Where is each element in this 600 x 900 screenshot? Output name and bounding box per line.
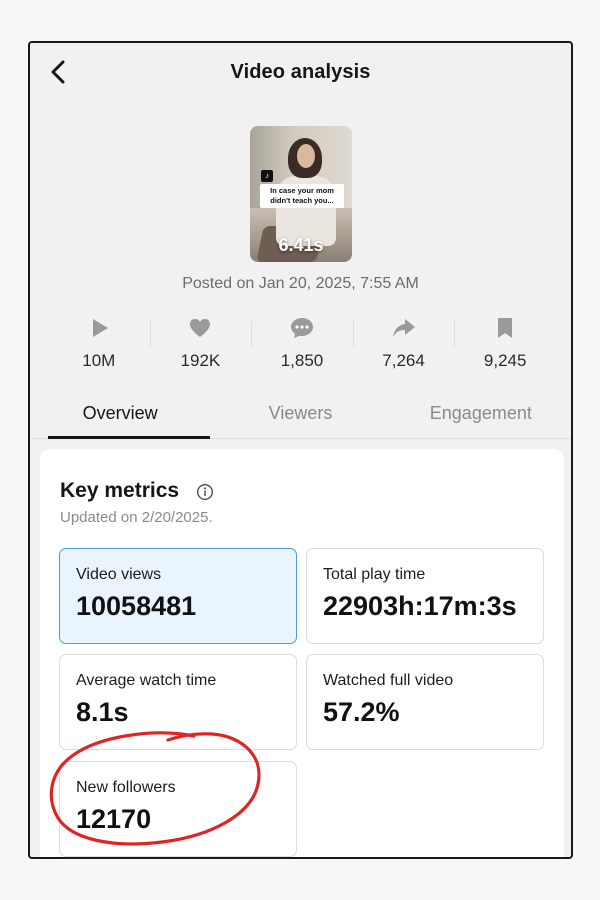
metric-card-total-play-time[interactable]: Total play time 22903h:17m:3s — [306, 548, 544, 644]
phone-frame: Video analysis ♪ In case your mom didn't… — [28, 41, 573, 859]
section-title: Key metrics — [60, 479, 180, 502]
stat-value: 9,245 — [483, 351, 527, 370]
top-bar: Video analysis — [30, 43, 571, 103]
engagement-stats: 10M 192K 1,850 7,264 9,245 — [48, 311, 556, 373]
stat-value: 7,264 — [382, 351, 425, 370]
metric-label: Watched full video — [323, 672, 454, 689]
metric-label: New followers — [76, 779, 176, 796]
tab-overview[interactable]: Overview — [30, 393, 211, 439]
posted-date: Posted on Jan 20, 2025, 7:55 AM — [182, 275, 419, 292]
metric-label: Average watch time — [76, 672, 217, 689]
info-icon[interactable] — [196, 483, 214, 501]
metric-value: 57.2% — [323, 697, 400, 727]
stat-comments[interactable]: 1,850 — [251, 311, 353, 373]
comment-icon — [289, 315, 315, 341]
tab-engagement[interactable]: Engagement — [391, 393, 571, 438]
stat-saves[interactable]: 9,245 — [454, 311, 556, 373]
stat-shares[interactable]: 7,264 — [352, 311, 455, 373]
bookmark-icon — [492, 315, 518, 341]
page-title: Video analysis — [230, 61, 371, 83]
metric-card-new-followers[interactable]: New followers 12170 — [59, 761, 297, 857]
metric-value: 8.1s — [76, 697, 129, 727]
video-thumbnail[interactable]: ♪ In case your mom didn't teach you... 6… — [250, 126, 352, 262]
stat-value: 1,850 — [280, 351, 324, 370]
metric-value: 12170 — [76, 804, 152, 834]
video-duration: 6.41s — [278, 235, 324, 255]
metric-card-video-views[interactable]: Video views 10058481 — [59, 548, 297, 644]
metric-label: Video views — [76, 566, 162, 583]
tab-viewers[interactable]: Viewers — [210, 393, 390, 438]
updated-date: Updated on 2/20/2025. — [60, 509, 213, 526]
metric-value: 22903h:17m:3s — [323, 591, 517, 621]
stat-value: 10M — [82, 351, 116, 370]
stat-views[interactable]: 10M — [48, 311, 150, 373]
metric-card-watched-full-video[interactable]: Watched full video 57.2% — [306, 654, 544, 750]
stat-likes[interactable]: 192K — [149, 311, 252, 373]
tiktok-logo-icon: ♪ — [261, 170, 273, 182]
metric-label: Total play time — [323, 566, 426, 583]
metric-card-average-watch-time[interactable]: Average watch time 8.1s — [59, 654, 297, 750]
play-icon — [86, 315, 112, 341]
key-metrics-card: Key metrics Updated on 2/20/2025. Video … — [40, 449, 564, 857]
share-icon — [391, 315, 417, 341]
metric-value: 10058481 — [76, 591, 197, 621]
heart-icon — [187, 315, 213, 341]
video-caption: In case your mom didn't teach you... — [260, 184, 344, 208]
tab-bar: Overview Viewers Engagement — [30, 393, 571, 439]
stat-value: 192K — [180, 351, 221, 370]
